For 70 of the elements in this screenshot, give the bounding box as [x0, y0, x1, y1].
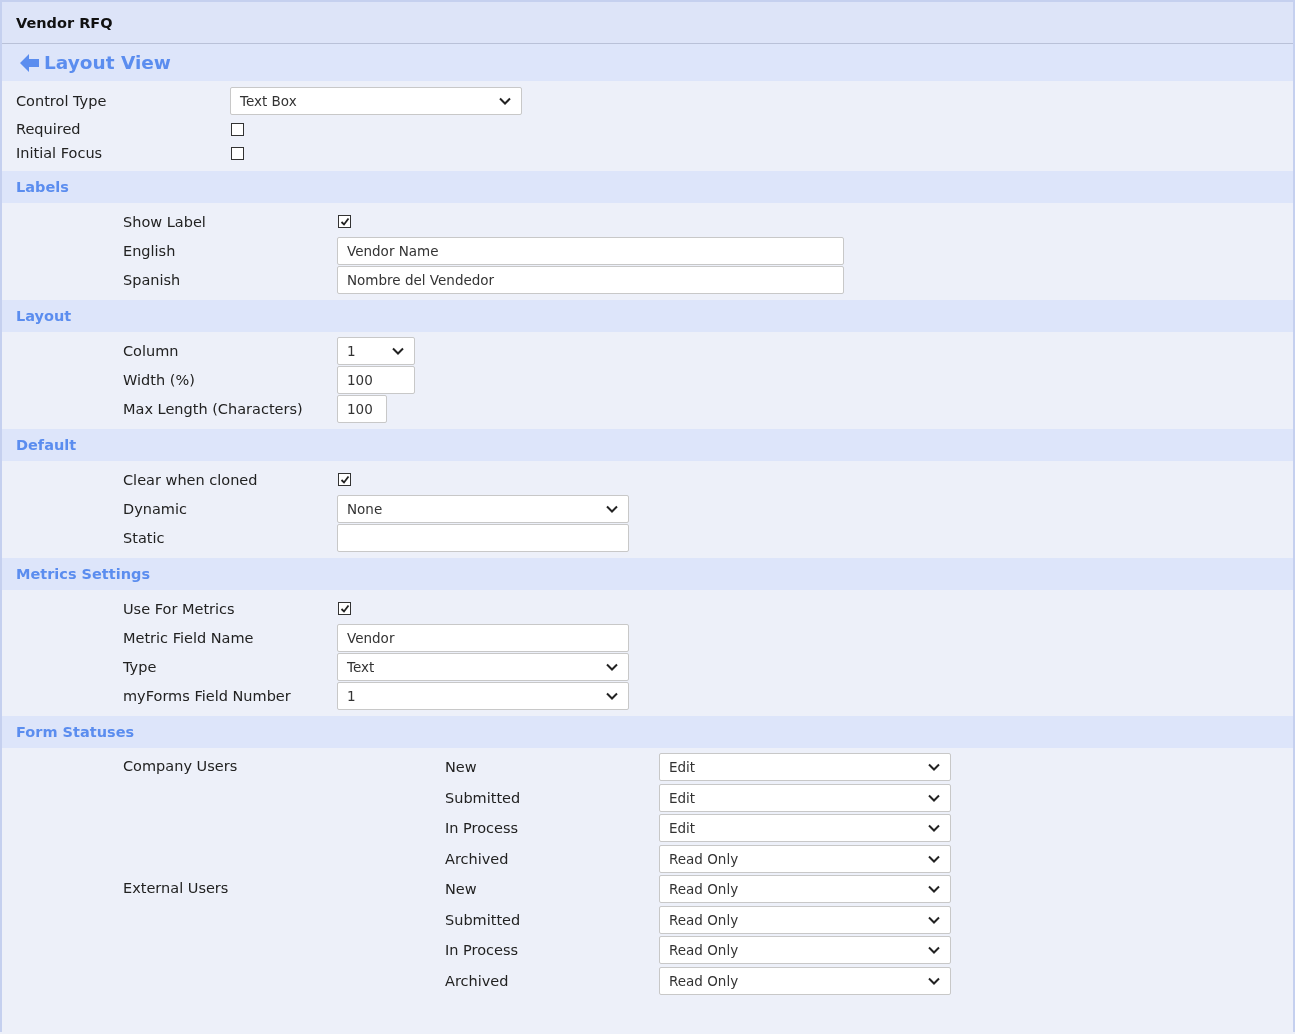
status-label: Archived — [445, 972, 510, 989]
field-label: Static — [122, 529, 166, 546]
input-field[interactable] — [337, 523, 629, 552]
chevron-down-icon — [928, 915, 940, 924]
status-label: Submitted — [445, 789, 522, 806]
field-label: Show Label — [122, 213, 207, 230]
input-field[interactable]: Vendor Name — [337, 236, 844, 265]
checkbox[interactable] — [338, 473, 351, 486]
dropdown[interactable]: Read Only — [659, 905, 951, 934]
section-heading: Labels — [16, 179, 69, 195]
field-label: Spanish — [122, 271, 182, 288]
field-label: Type — [122, 658, 158, 675]
dropdown[interactable]: Text Box — [230, 87, 522, 115]
status-label: In Process — [445, 942, 520, 959]
field-label: Required — [15, 121, 82, 137]
field-label: English — [122, 242, 177, 259]
status-label: New — [445, 759, 478, 776]
input-field[interactable]: Vendor — [337, 623, 629, 652]
field-label: Column — [122, 342, 180, 359]
field-label: Use For Metrics — [122, 600, 236, 617]
chevron-down-icon — [928, 793, 940, 802]
checkbox[interactable] — [231, 122, 244, 136]
dropdown[interactable]: 1 — [337, 681, 629, 710]
group-label: Company Users — [123, 758, 238, 774]
checkbox[interactable] — [338, 215, 351, 228]
input-field[interactable]: Nombre del Vendedor — [337, 265, 844, 294]
chevron-down-icon — [928, 885, 940, 894]
field-label: Control Type — [15, 93, 108, 109]
dropdown[interactable]: Read Only — [659, 936, 951, 965]
dropdown[interactable]: 1 — [337, 336, 415, 365]
dropdown[interactable]: Read Only — [659, 966, 951, 995]
field-label: myForms Field Number — [122, 687, 292, 704]
chevron-down-icon — [499, 97, 511, 105]
status-label: Archived — [445, 850, 510, 867]
field-label: Initial Focus — [15, 145, 104, 161]
status-label: New — [445, 881, 478, 898]
checkbox[interactable] — [338, 602, 351, 615]
dropdown[interactable]: Read Only — [659, 875, 951, 904]
chevron-down-icon — [606, 504, 618, 513]
dropdown[interactable]: Edit — [659, 753, 951, 782]
field-label: Dynamic — [122, 500, 188, 517]
dropdown[interactable]: Edit — [659, 783, 951, 812]
section-heading: Default — [16, 437, 77, 453]
chevron-down-icon — [606, 691, 618, 700]
dropdown[interactable]: None — [337, 494, 629, 523]
section-heading: Layout — [16, 308, 72, 324]
chevron-down-icon — [392, 346, 404, 355]
field-label: Clear when cloned — [122, 471, 259, 488]
dropdown[interactable]: Edit — [659, 814, 951, 843]
input-field[interactable]: 100 — [337, 394, 387, 423]
window-title: Vendor RFQ — [16, 14, 113, 31]
chevron-down-icon — [928, 763, 940, 772]
chevron-down-icon — [928, 824, 940, 833]
field-label: Max Length (Characters) — [122, 400, 304, 417]
chevron-down-icon — [928, 854, 940, 863]
section-heading: Metrics Settings — [16, 566, 151, 582]
group-label: External Users — [123, 880, 229, 896]
chevron-down-icon — [606, 662, 618, 671]
field-label: Metric Field Name — [122, 629, 255, 646]
field-label: Width (%) — [122, 371, 196, 388]
dropdown[interactable]: Read Only — [659, 844, 951, 873]
section-heading: Form Statuses — [16, 724, 135, 740]
status-label: In Process — [445, 820, 520, 837]
input-field[interactable]: 100 — [337, 365, 415, 394]
status-label: Submitted — [445, 911, 522, 928]
chevron-down-icon — [928, 946, 940, 955]
chevron-down-icon — [928, 976, 940, 985]
arrow-left-icon — [20, 53, 40, 72]
checkbox[interactable] — [231, 146, 244, 160]
dropdown[interactable]: Text — [337, 652, 629, 681]
